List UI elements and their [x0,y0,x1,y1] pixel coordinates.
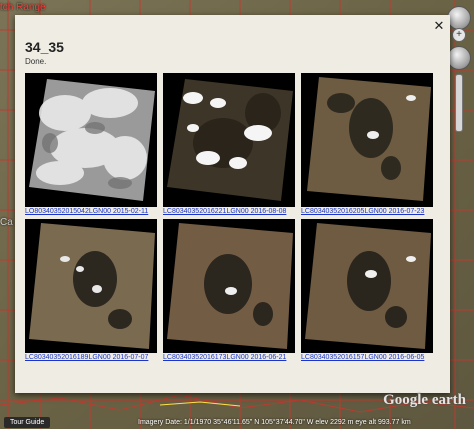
satellite-thumbnail[interactable] [301,73,433,207]
thumbnail-tile[interactable]: LC80340352016205LGN00 2016-07-23 [301,73,433,219]
thumbnail-tile[interactable]: LC80340352016157LGN00 2016-06-05 [301,219,433,365]
thumbnail-link[interactable]: LC80340352016189LGN00 2016-07-07 [25,354,165,361]
balloon-status: Done. [25,57,47,66]
move-joystick-icon[interactable] [447,46,471,70]
balloon-title: 34_35 [25,39,64,55]
map-range-label: tch Range [0,2,46,13]
info-balloon: ✕ 34_35 Done. LO80340352015042LGN00 2015… [15,15,450,393]
tour-guide-button[interactable]: Tour Guide [4,417,51,428]
satellite-thumbnail[interactable] [301,219,433,353]
status-bar: Imagery Date: 1/1/1970 35°46'11.65" N 10… [138,419,411,426]
satellite-thumbnail[interactable] [25,219,157,353]
thumbnail-tile[interactable]: LC80340352016173LGN00 2016-06-21 [163,219,295,365]
satellite-thumbnail[interactable] [163,73,295,207]
thumbnail-link[interactable]: LC80340352016221LGN00 2016-08-08 [163,208,303,215]
satellite-thumbnail[interactable] [163,219,295,353]
thumbnail-grid: LO80340352015042LGN00 2015-02-11 LC80340… [25,73,445,373]
satellite-thumbnail[interactable] [25,73,157,207]
thumbnail-link[interactable]: LC80340352016157LGN00 2016-06-05 [301,354,441,361]
thumbnail-tile[interactable]: LO80340352015042LGN00 2015-02-11 [25,73,157,219]
thumbnail-tile[interactable]: LC80340352016189LGN00 2016-07-07 [25,219,157,365]
thumbnail-link[interactable]: LO80340352015042LGN00 2015-02-11 [25,208,165,215]
map-place-label: Ca [0,217,13,228]
thumbnail-tile[interactable]: LC80340352016221LGN00 2016-08-08 [163,73,295,219]
close-icon[interactable]: ✕ [432,19,446,33]
google-earth-logo: Google earth [383,392,466,408]
zoom-in-button[interactable]: + [452,28,466,42]
look-joystick-icon[interactable] [447,6,471,30]
thumbnail-link[interactable]: LC80340352016173LGN00 2016-06-21 [163,354,303,361]
thumbnail-link[interactable]: LC80340352016205LGN00 2016-07-23 [301,208,441,215]
zoom-slider[interactable] [455,74,463,132]
